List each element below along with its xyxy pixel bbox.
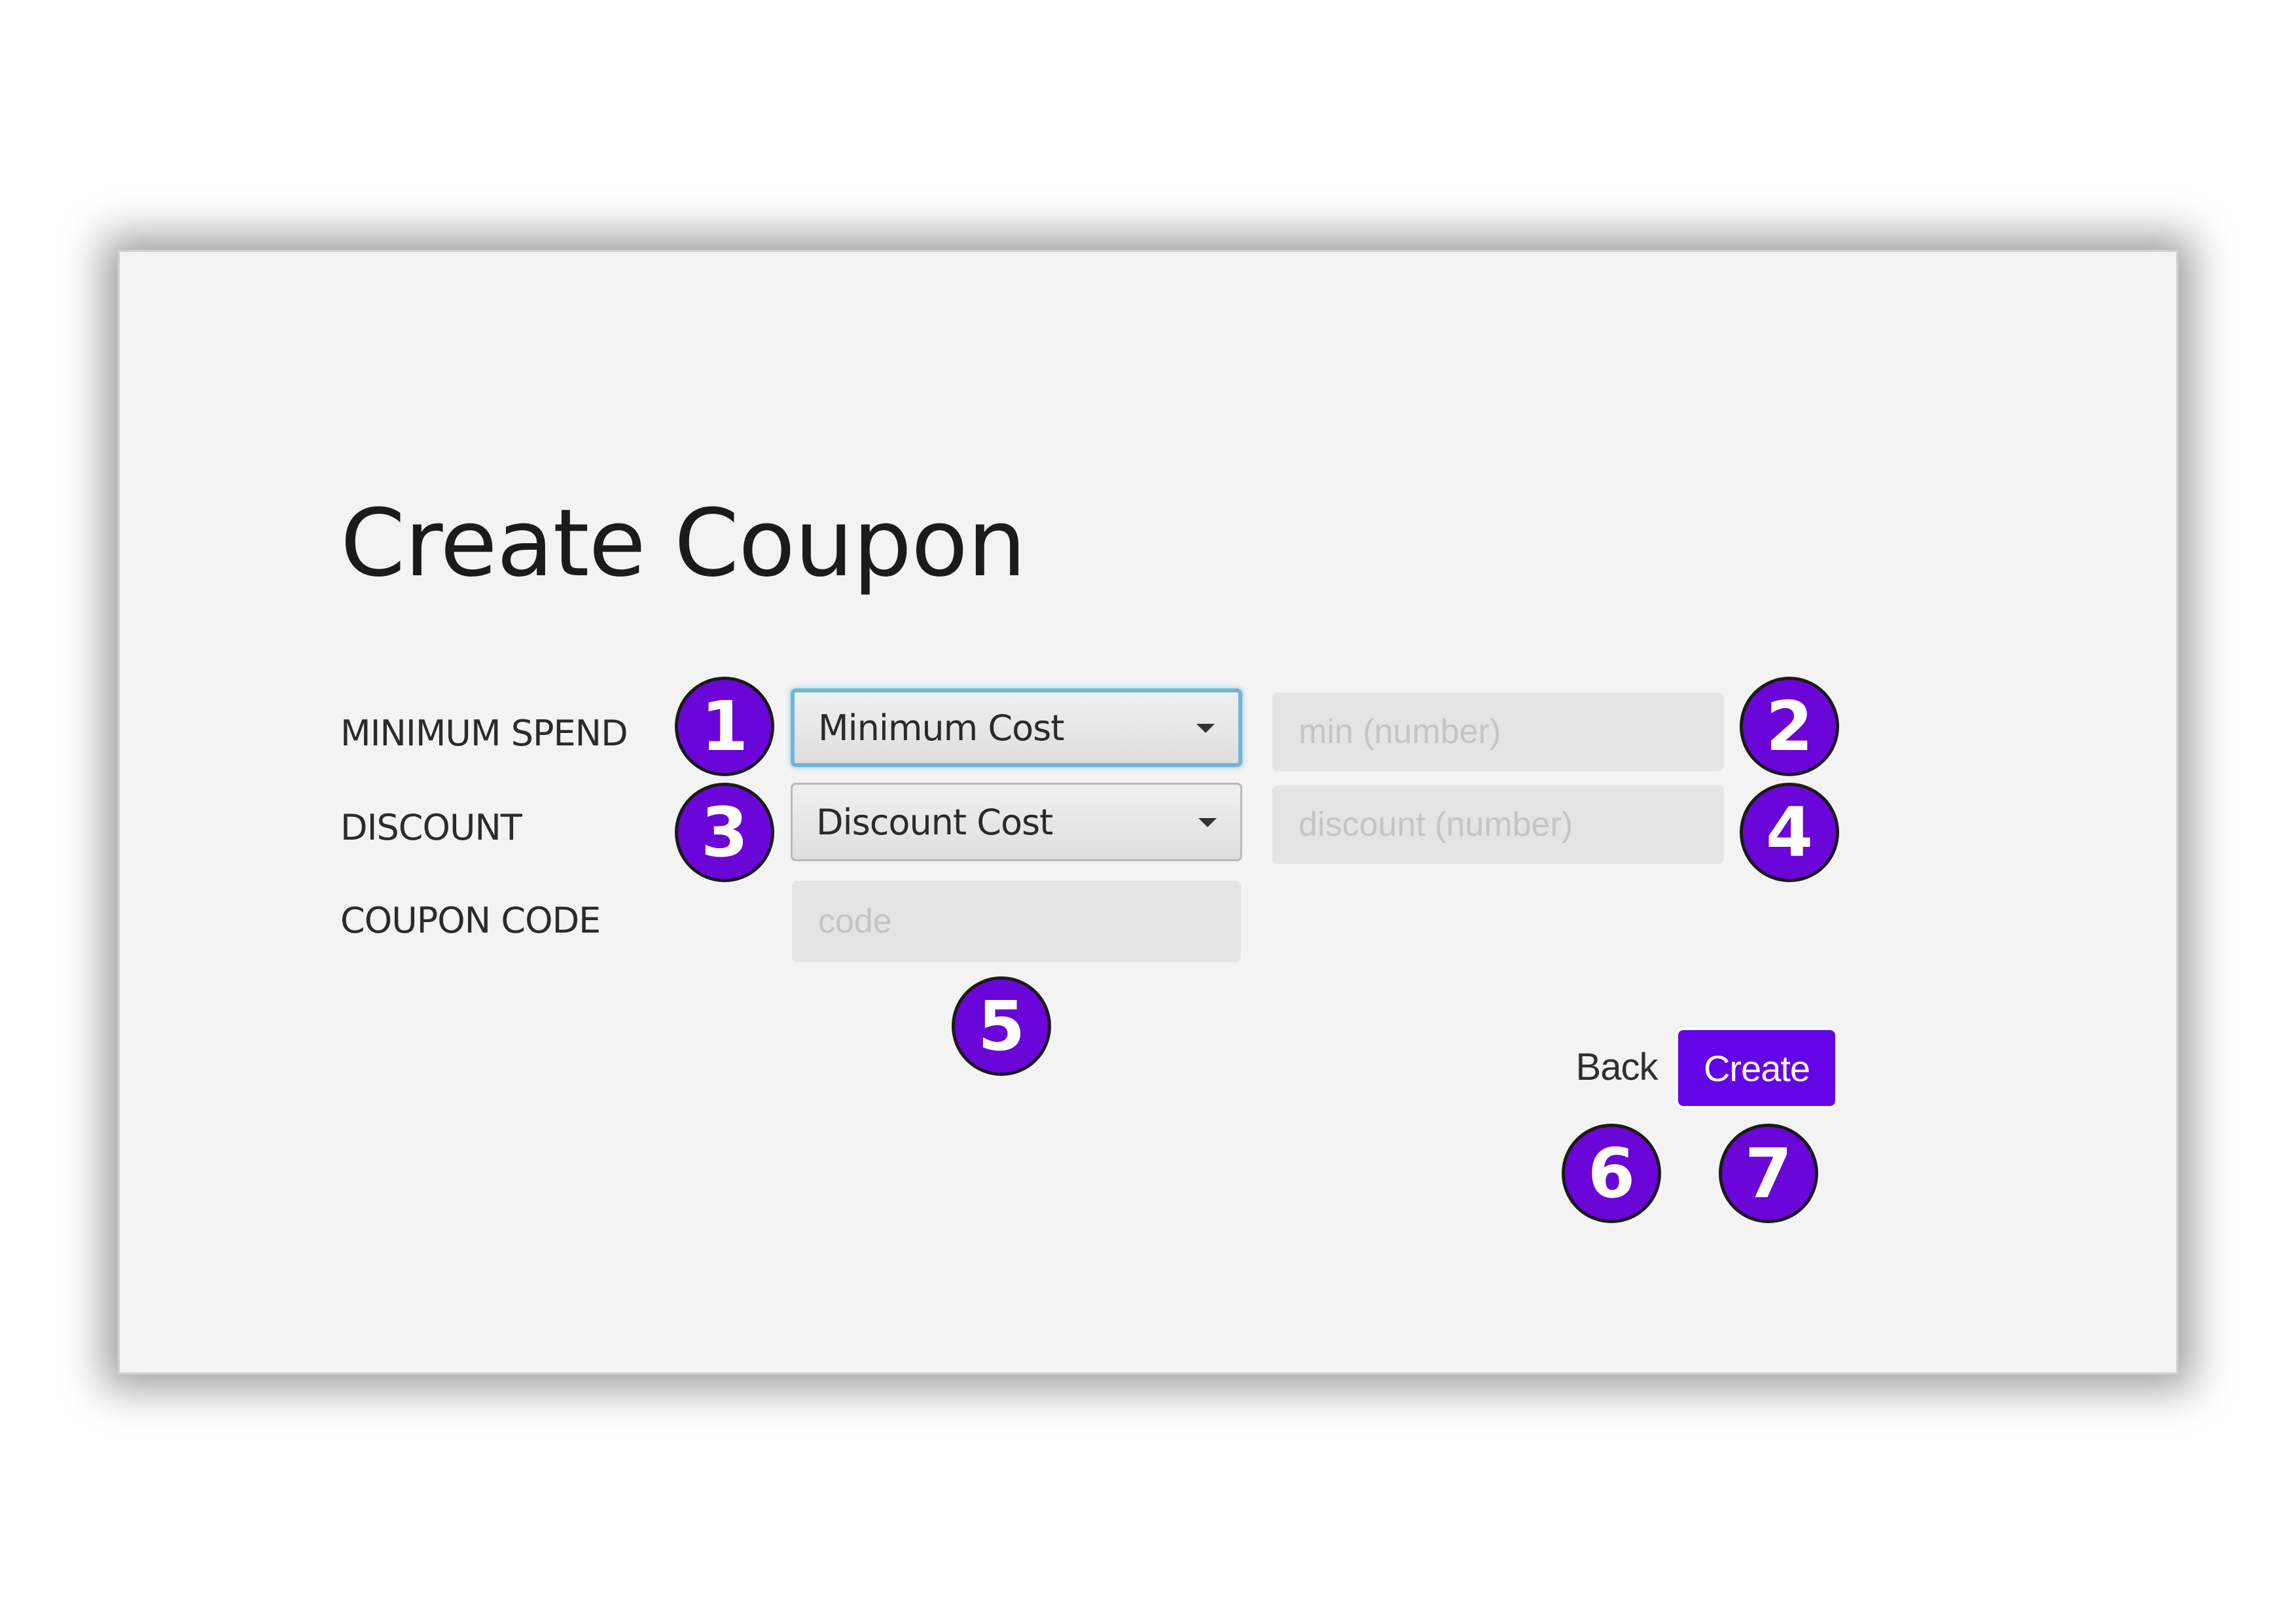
minimum-spend-select-value: Minimum Cost bbox=[818, 707, 1064, 749]
create-button[interactable]: Create bbox=[1676, 1027, 1838, 1109]
chevron-down-icon bbox=[1196, 724, 1215, 733]
annotation-badge-6: 6 bbox=[1562, 1124, 1661, 1223]
annotation-badge-3: 3 bbox=[675, 783, 774, 882]
minimum-spend-select[interactable]: Minimum Cost bbox=[791, 688, 1242, 767]
back-button[interactable]: Back bbox=[1558, 1041, 1676, 1093]
discount-select[interactable]: Discount Cost bbox=[791, 783, 1242, 861]
coupon-code-label: COUPON CODE bbox=[340, 900, 601, 941]
minimum-spend-label: MINIMUM SPEND bbox=[340, 713, 628, 754]
discount-select-value: Discount Cost bbox=[816, 801, 1053, 843]
annotation-badge-4: 4 bbox=[1740, 783, 1839, 882]
annotation-badge-5: 5 bbox=[952, 976, 1051, 1076]
discount-label: DISCOUNT bbox=[340, 807, 522, 848]
annotation-badge-7: 7 bbox=[1719, 1124, 1818, 1223]
page-title: Create Coupon bbox=[340, 490, 1026, 597]
annotation-badge-1: 1 bbox=[675, 677, 774, 776]
minimum-spend-input[interactable] bbox=[1272, 692, 1724, 771]
coupon-code-input[interactable] bbox=[792, 881, 1241, 962]
discount-input[interactable] bbox=[1272, 785, 1724, 864]
annotation-badge-2: 2 bbox=[1740, 677, 1839, 776]
chevron-down-icon bbox=[1198, 818, 1217, 827]
